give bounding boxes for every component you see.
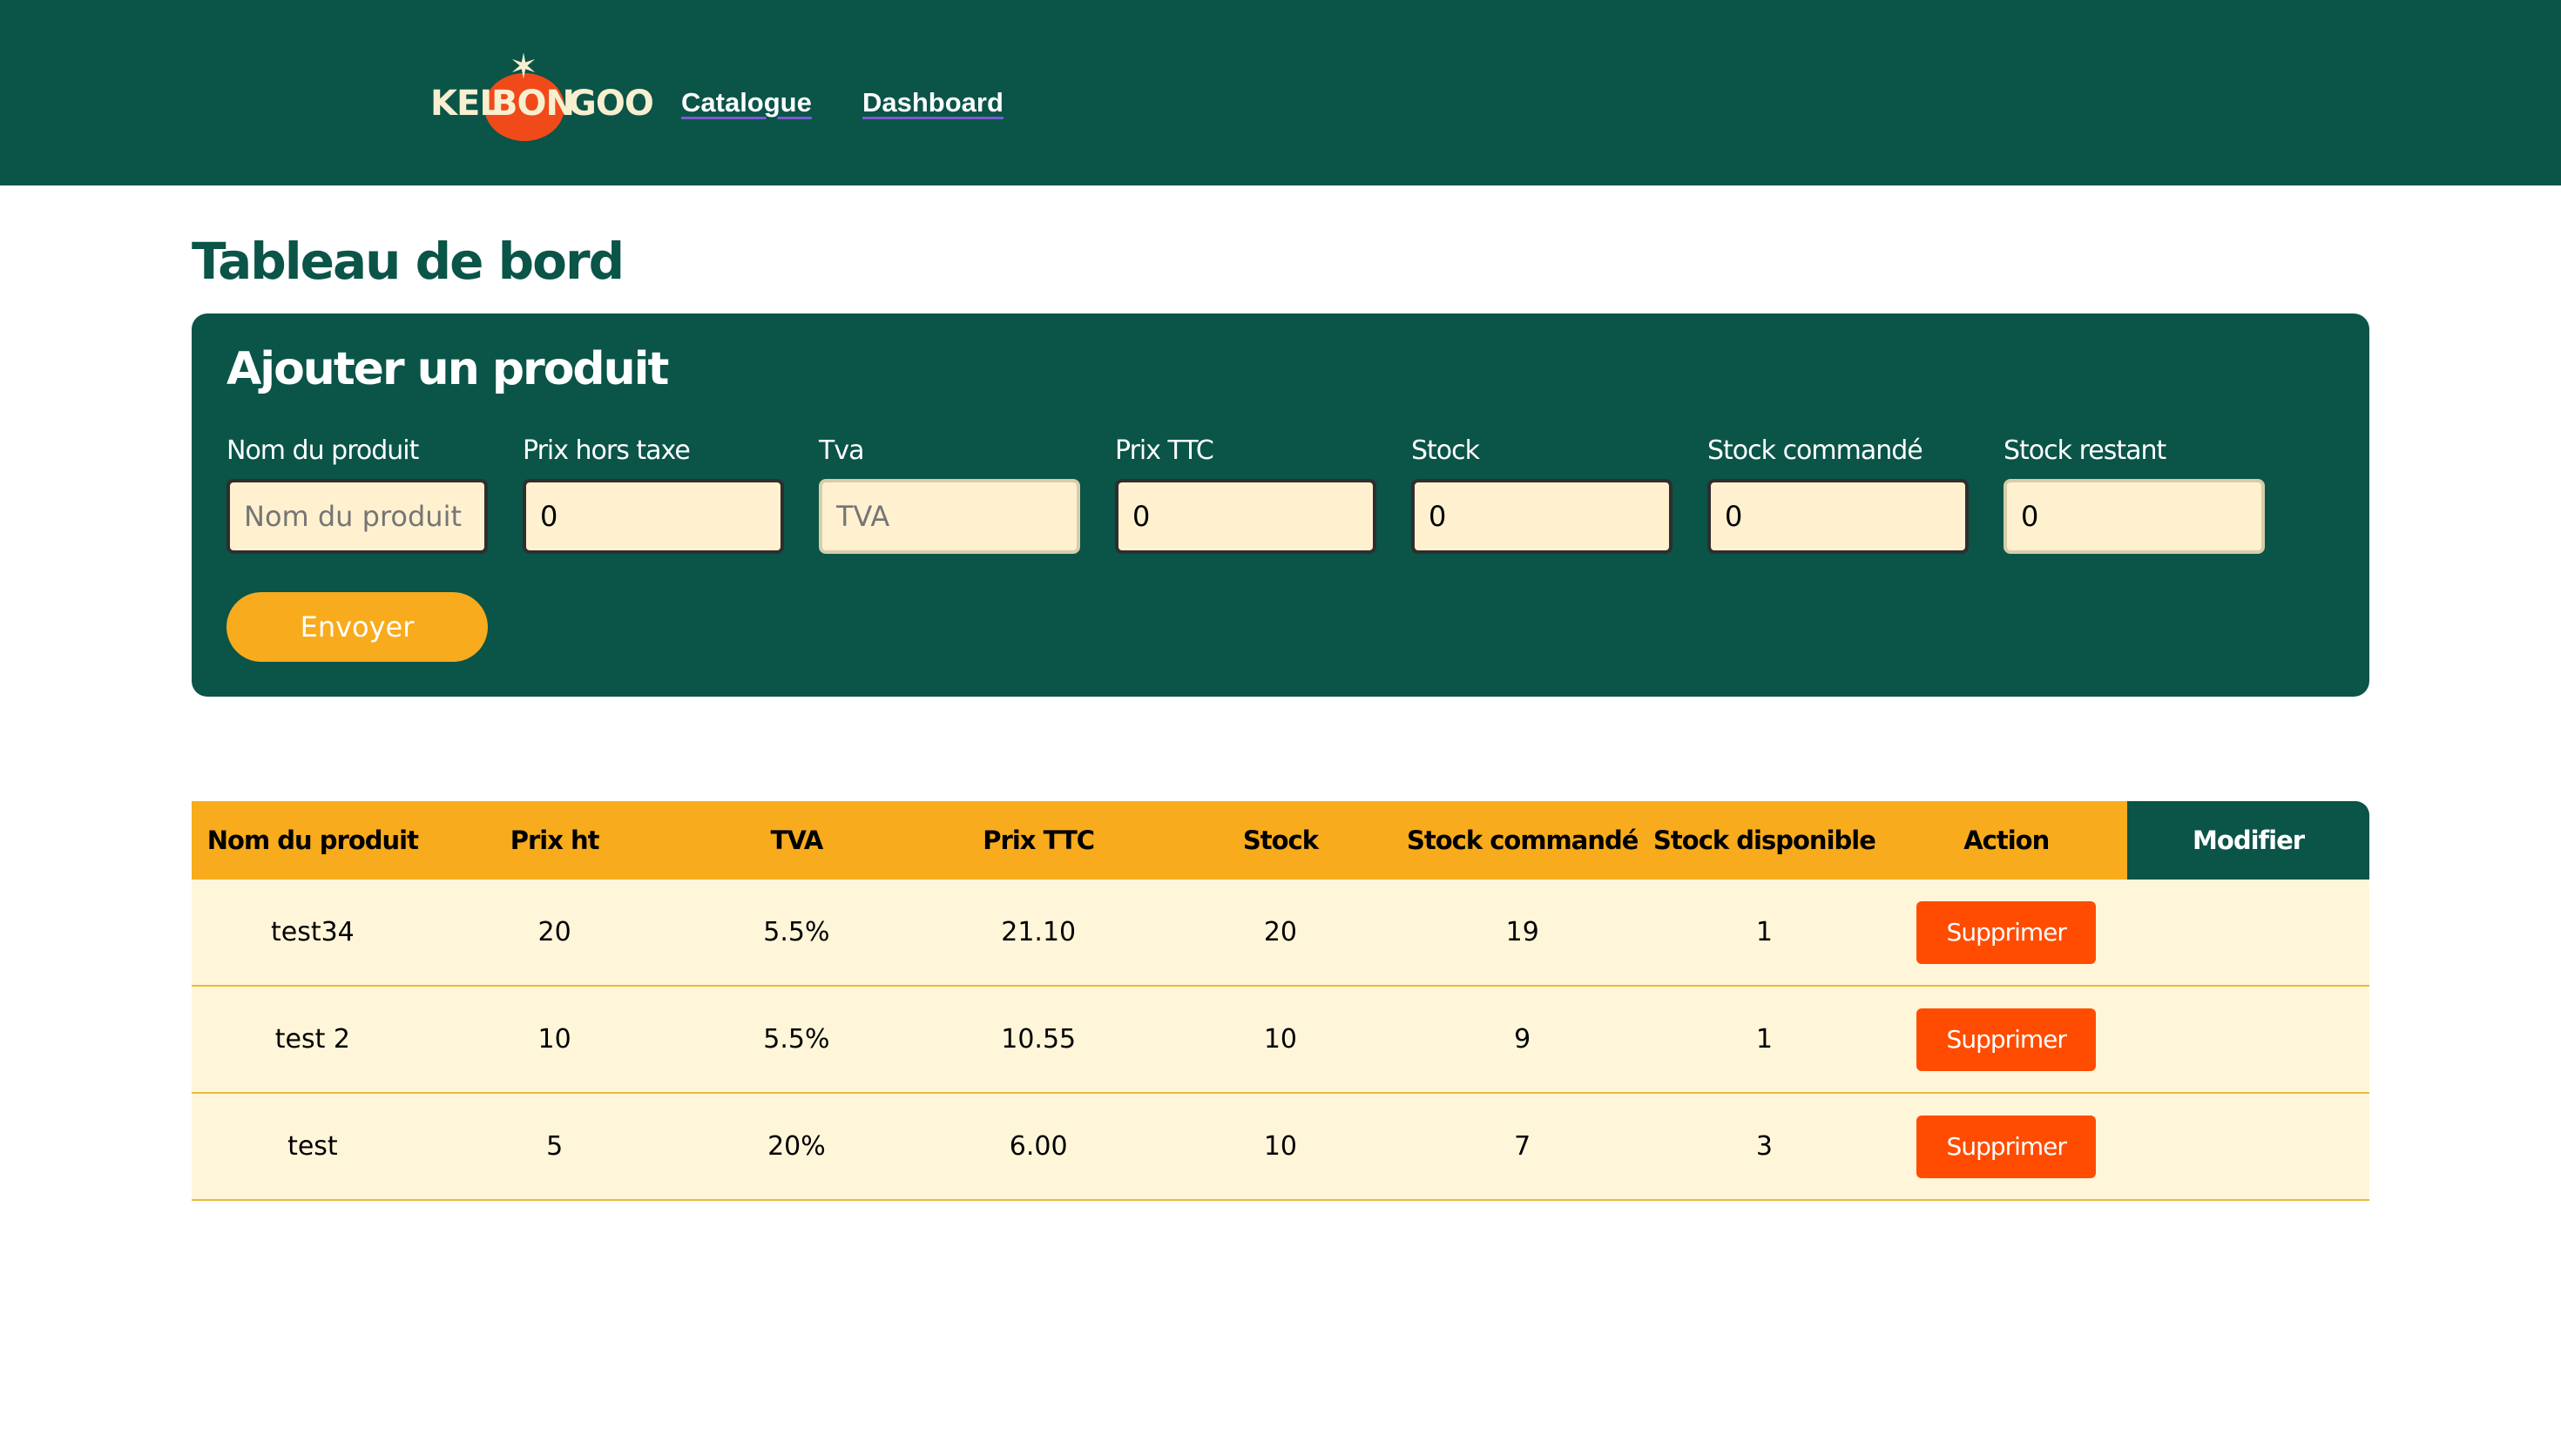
field-label: Stock restant [2004,435,2166,466]
stock-input[interactable] [1411,479,1672,554]
cell-stock-ordered: 7 [1401,1093,1644,1201]
price-ttc-input[interactable] [1115,479,1376,554]
cell-tva: 5.5% [675,880,918,987]
cell-name: test [192,1093,434,1201]
table-row: test34 20 5.5% 21.10 20 19 1 Supprimer [192,880,2369,987]
page-title: Tableau de bord [192,232,625,291]
cell-stock-ordered: 9 [1401,986,1644,1094]
cell-action: Supprimer [1885,1093,2128,1201]
products-table: Nom du produit Prix ht TVA Prix TTC Stoc… [192,801,2369,1201]
field-label: Stock commandé [1707,435,1923,466]
top-header: ✶ KEL BON GOO Catalogue Dashboard [0,0,2561,185]
cell-modify [2127,1093,2369,1201]
cell-price-ttc: 21.10 [917,880,1160,987]
cell-price-ttc: 6.00 [917,1093,1160,1201]
cell-price-ht: 5 [433,1093,676,1201]
add-product-form: Ajouter un produit Nom du produit Prix h… [192,313,2369,697]
cell-stock-ordered: 19 [1401,880,1644,987]
column-header-tva: TVA [675,801,918,880]
column-header-modify: Modifier [2127,801,2369,880]
cell-modify [2127,986,2369,1094]
field-label: Nom du produit [226,435,419,466]
table-header-row: Nom du produit Prix ht TVA Prix TTC Stoc… [192,801,2369,880]
cell-tva: 20% [675,1093,918,1201]
submit-button[interactable]: Envoyer [226,592,488,662]
field-price-ht: Prix hors taxe [523,432,784,554]
products-table-container: Nom du produit Prix ht TVA Prix TTC Stoc… [192,801,2369,1201]
cell-stock-available: 3 [1643,1093,1886,1201]
field-label: Tva [819,435,864,466]
table-row: test 2 10 5.5% 10.55 10 9 1 Supprimer [192,986,2369,1094]
column-header-action: Action [1885,801,2128,880]
field-price-ttc: Prix TTC [1115,432,1376,554]
cell-stock-available: 1 [1643,880,1886,987]
column-header-stock: Stock [1159,801,1402,880]
delete-button[interactable]: Supprimer [1916,900,2097,964]
column-header-stock-available: Stock disponible [1643,801,1886,880]
field-label: Prix hors taxe [523,435,691,466]
field-label: Prix TTC [1115,435,1214,466]
cell-name: test 2 [192,986,434,1094]
column-header-price-ht: Prix ht [433,801,676,880]
cell-price-ht: 10 [433,986,676,1094]
field-tva: Tva [819,432,1080,554]
cell-price-ttc: 10.55 [917,986,1160,1094]
delete-button[interactable]: Supprimer [1916,1008,2097,1071]
cell-stock: 10 [1159,1093,1402,1201]
column-header-stock-ordered: Stock commandé [1401,801,1644,880]
cell-tva: 5.5% [675,986,918,1094]
cell-stock: 10 [1159,986,1402,1094]
cell-modify [2127,880,2369,987]
price-ht-input[interactable] [523,479,784,554]
tva-input[interactable] [819,479,1080,554]
cell-action: Supprimer [1885,880,2128,987]
nav-link-dashboard[interactable]: Dashboard [862,84,1003,122]
field-product-name: Nom du produit [226,432,488,554]
field-stock: Stock [1411,432,1672,554]
leaf-icon: ✶ [509,48,538,86]
kelbongoo-logo[interactable]: ✶ KEL BON GOO [430,48,654,141]
cell-name: test34 [192,880,434,987]
product-name-input[interactable] [226,479,488,554]
form-title: Ajouter un produit [226,343,669,395]
logo-text-bon: BON [491,84,575,124]
logo-text-kel: KEL [430,84,502,124]
delete-button[interactable]: Supprimer [1916,1115,2097,1178]
cell-stock-available: 1 [1643,986,1886,1094]
field-stock-remaining: Stock restant [2004,432,2265,554]
stock-remaining-input[interactable] [2004,479,2265,554]
field-stock-ordered: Stock commandé [1707,432,1969,554]
column-header-name: Nom du produit [192,801,434,880]
nav-link-catalogue[interactable]: Catalogue [681,84,812,122]
cell-stock: 20 [1159,880,1402,987]
column-header-price-ttc: Prix TTC [917,801,1160,880]
field-label: Stock [1411,435,1480,466]
cell-price-ht: 20 [433,880,676,987]
stock-ordered-input[interactable] [1707,479,1969,554]
logo-text-goo: GOO [568,84,654,124]
table-row: test 5 20% 6.00 10 7 3 Supprimer [192,1093,2369,1201]
cell-action: Supprimer [1885,986,2128,1094]
